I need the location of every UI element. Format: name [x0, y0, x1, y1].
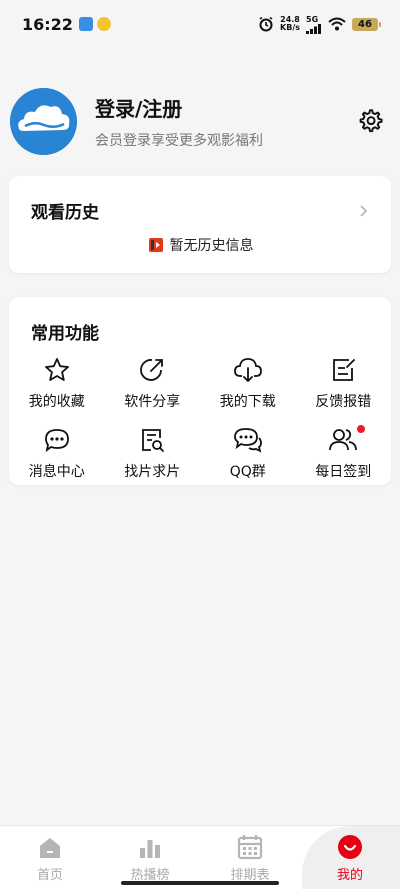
func-qq-group[interactable]: QQ群 [200, 425, 296, 487]
gear-icon [359, 109, 383, 133]
nav-schedule[interactable]: 排期表 [200, 826, 300, 889]
func-find-movie[interactable]: 找片求片 [105, 425, 201, 487]
login-register-link[interactable]: 登录/注册 [95, 93, 263, 122]
avatar[interactable] [10, 87, 77, 155]
network-speed: 24.8 KB/s [280, 16, 300, 32]
func-label: 我的下载 [219, 394, 276, 410]
calendar-icon [237, 835, 263, 860]
star-icon [44, 358, 69, 381]
func-share-app[interactable]: 软件分享 [105, 355, 201, 417]
smile-icon [338, 835, 362, 859]
func-label: 我的收藏 [28, 394, 85, 410]
speed-unit: KB/s [280, 23, 300, 32]
profile-header[interactable]: 登录/注册 会员登录享受更多观影福利 [10, 86, 390, 156]
nav-home[interactable]: 首页 [0, 826, 100, 889]
bar-chart-icon [140, 840, 160, 858]
status-bar: 16:22 24.8 KB/s 5G 46 [0, 0, 400, 48]
history-book-icon [148, 238, 163, 252]
func-label: QQ群 [229, 464, 266, 480]
nav-label: 首页 [36, 868, 63, 883]
func-message-center[interactable]: 消息中心 [9, 425, 105, 487]
bottom-navigation: 首页 热播榜 排期表 我的 [0, 825, 400, 889]
func-label: 每日签到 [315, 464, 372, 480]
func-label: 软件分享 [124, 394, 181, 410]
func-label: 消息中心 [28, 464, 85, 480]
func-downloads[interactable]: 我的下载 [200, 355, 296, 417]
app-notification-icon [96, 17, 111, 31]
nav-label: 我的 [336, 868, 363, 883]
common-functions-card: 常用功能 我的收藏 软件分享 我的下载 反馈报错 消息中心 找片求片 QQ群 每… [9, 297, 391, 485]
home-indicator-bar[interactable] [121, 881, 279, 885]
notification-dot [357, 425, 365, 433]
app-notification-icon [78, 17, 93, 31]
func-favorites[interactable]: 我的收藏 [9, 355, 105, 417]
functions-title: 常用功能 [31, 324, 99, 344]
profile-subtitle: 会员登录享受更多观影福利 [95, 132, 263, 149]
wifi-icon [328, 17, 346, 31]
history-empty-state: 暂无历史信息 [9, 235, 391, 255]
chat-bubbles-icon [233, 428, 262, 453]
share-icon [140, 359, 164, 381]
message-icon [44, 429, 69, 453]
func-label: 反馈报错 [315, 394, 372, 410]
network-type: 5G [306, 14, 319, 24]
search-document-icon [142, 429, 165, 452]
alarm-icon [259, 16, 273, 32]
settings-button[interactable] [354, 105, 386, 137]
nav-hot-list[interactable]: 热播榜 [100, 826, 200, 889]
func-feedback[interactable]: 反馈报错 [296, 355, 392, 417]
status-time: 16:22 [22, 14, 73, 34]
feedback-edit-icon [333, 359, 356, 381]
chevron-right-icon[interactable] [359, 204, 369, 218]
cloud-download-icon [233, 358, 262, 383]
cloud-logo-icon [10, 87, 77, 155]
func-daily-checkin[interactable]: 每日签到 [296, 425, 392, 487]
history-empty-text: 暂无历史信息 [169, 238, 254, 254]
watch-history-card[interactable]: 观看历史 暂无历史信息 [9, 176, 391, 273]
notification-icons [78, 17, 111, 31]
history-title: 观看历史 [31, 203, 99, 223]
nav-mine[interactable]: 我的 [300, 826, 400, 889]
func-label: 找片求片 [124, 464, 181, 480]
signal-icon: 5G [306, 15, 322, 34]
home-icon [40, 838, 60, 858]
users-icon [329, 429, 358, 451]
battery-indicator: 46 [352, 17, 381, 31]
